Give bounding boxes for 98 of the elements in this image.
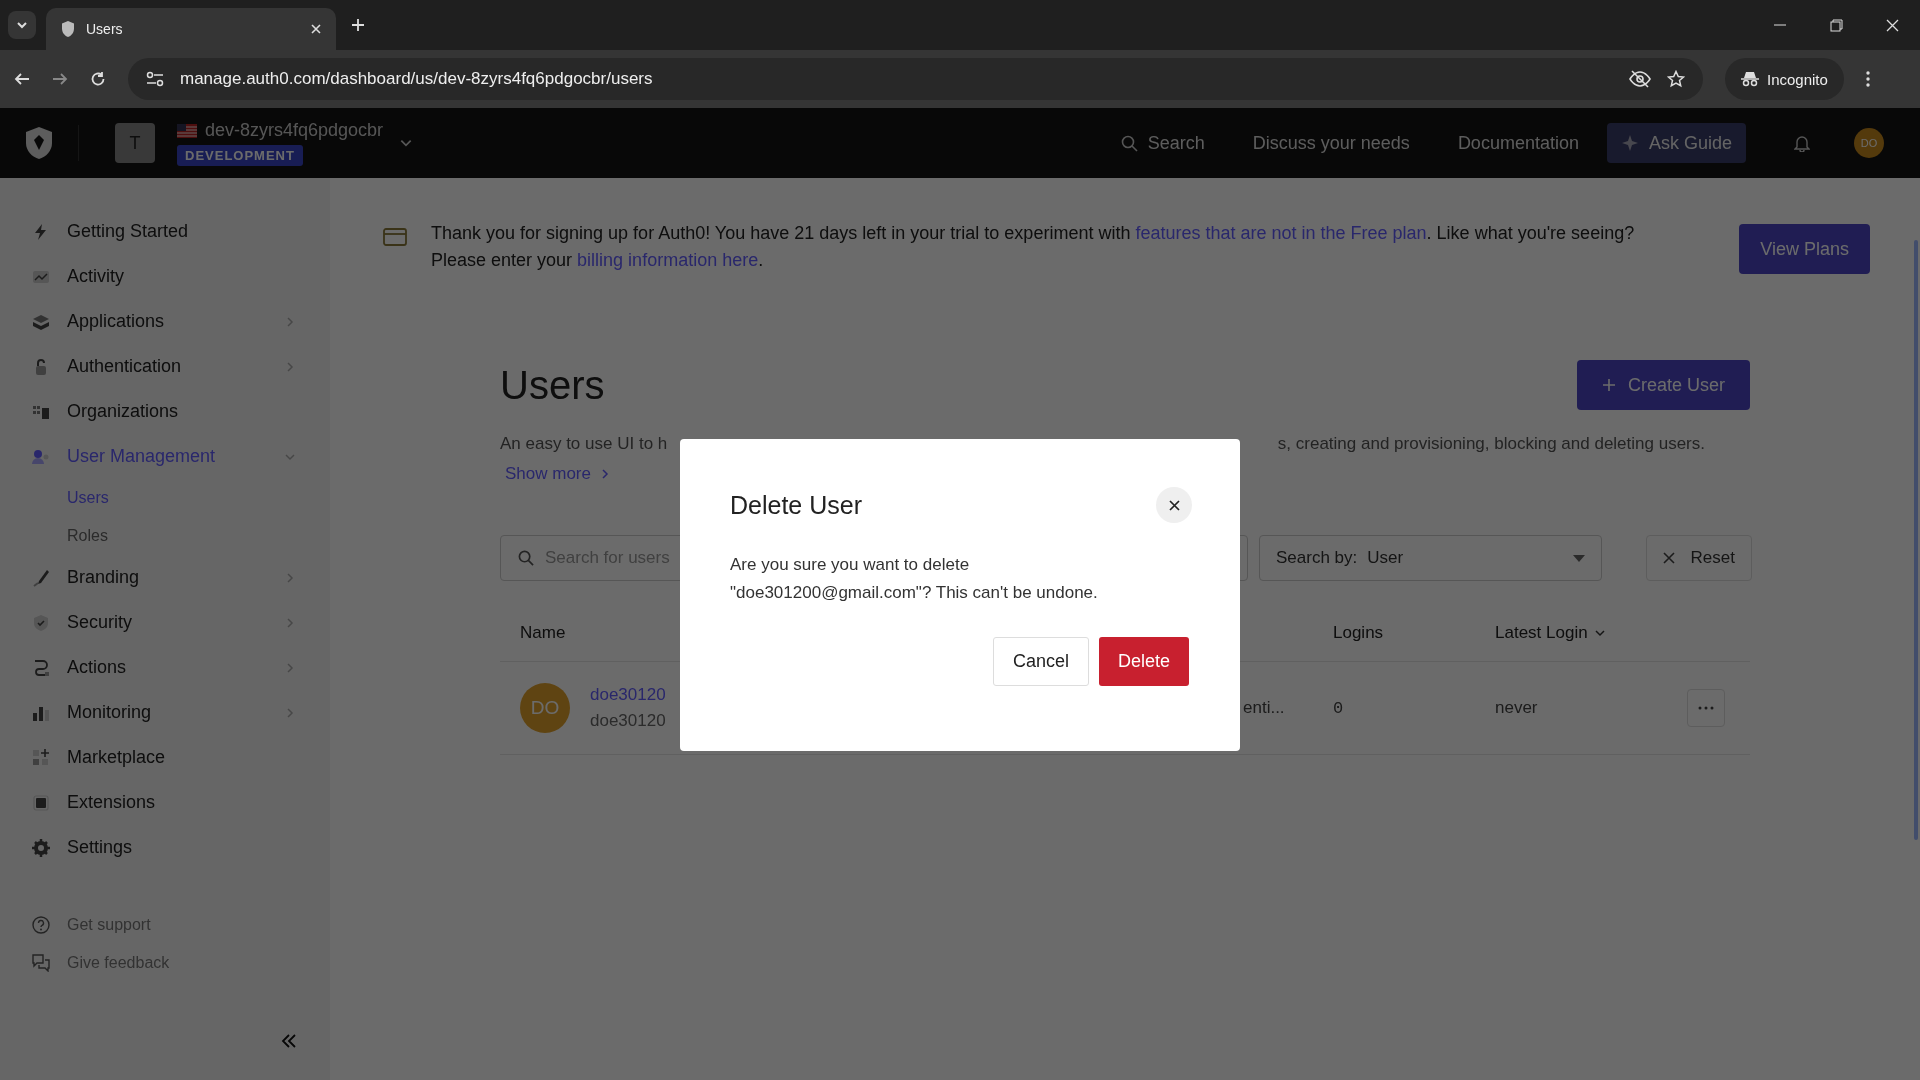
- chevron-right-icon: [284, 315, 296, 328]
- close-icon: [1662, 552, 1675, 564]
- url-text: manage.auth0.com/dashboard/us/dev-8zyrs4fq6pdgocbr/users: [180, 69, 654, 89]
- column-header: Logins: [1333, 623, 1384, 643]
- layers-icon: [32, 312, 50, 331]
- shield-icon: [32, 613, 50, 632]
- table-cell-text: enti...: [1243, 698, 1286, 718]
- users-icon: [32, 447, 50, 466]
- sidebar-item[interactable]: Monitoring: [0, 690, 330, 735]
- sidebar-item[interactable]: Extensions: [0, 780, 330, 825]
- sidebar-item[interactable]: Organizations: [0, 389, 330, 434]
- table-cell-text: 0: [1333, 698, 1345, 718]
- nav-link[interactable]: Search: [1120, 132, 1205, 154]
- grid-plus-icon: [32, 748, 50, 767]
- back-icon[interactable]: [14, 71, 30, 87]
- close-icon: [1168, 499, 1180, 511]
- close-button[interactable]: [1156, 487, 1192, 523]
- incognito-button[interactable]: Incognito: [1725, 58, 1844, 100]
- column-header[interactable]: Latest Login: [1495, 623, 1606, 643]
- page-title: Users: [500, 362, 605, 408]
- plus-icon: [1601, 378, 1616, 392]
- chevron-right-icon: [284, 571, 296, 584]
- trial-banner-text: Thank you for signing up for Auth0! You have 21 days left in your trial to experiment with features that are not in the Free plan. Like what you're seeing? Please enter your billing information here.: [431, 222, 1636, 272]
- nav-link[interactable]: Discuss your needs: [1252, 132, 1410, 154]
- help-icon: [32, 916, 50, 934]
- restore-icon[interactable]: [1829, 18, 1843, 32]
- tenant-name[interactable]: dev-8zyrs4fq6pdgocbr: [205, 120, 384, 141]
- close-icon[interactable]: [310, 23, 322, 35]
- sidebar-item[interactable]: Branding: [0, 555, 330, 600]
- search-by-dropdown[interactable]: Search by: User: [1259, 535, 1602, 581]
- chevron-down-icon: [1593, 627, 1606, 639]
- banner-link[interactable]: features that are not in the Free plan: [1135, 223, 1427, 243]
- brush-icon: [32, 568, 50, 587]
- site-settings-icon[interactable]: [146, 71, 164, 87]
- sidebar-item[interactable]: Applications: [0, 299, 330, 344]
- search-icon: [1120, 134, 1138, 152]
- sidebar-subitem[interactable]: Roles: [0, 517, 330, 555]
- sidebar-subitem[interactable]: Users: [0, 479, 330, 517]
- chat-icon: [32, 954, 50, 972]
- sidebar-item[interactable]: Authentication: [0, 344, 330, 389]
- user-avatar[interactable]: DO: [1854, 128, 1884, 158]
- flow-icon: [32, 658, 50, 677]
- shield-icon: [60, 20, 76, 38]
- banner-link[interactable]: billing information here: [577, 250, 759, 270]
- close-icon[interactable]: [1885, 18, 1899, 32]
- page-description: s, creating and provisioning, blocking and deleting users.: [1277, 434, 1705, 454]
- user-avatar: DO: [520, 683, 570, 733]
- delete-button[interactable]: Delete: [1098, 637, 1189, 686]
- environment-badge: DEVELOPMENT: [177, 145, 303, 166]
- chevron-right-icon: [284, 616, 296, 629]
- search-icon: [518, 550, 534, 566]
- view-plans-button[interactable]: View Plans: [1739, 224, 1870, 274]
- tab-title: Users: [86, 21, 124, 37]
- flag-icon: [177, 123, 197, 138]
- user-email: doe30120: [590, 711, 666, 731]
- shield-logo-icon[interactable]: [24, 126, 54, 160]
- sidebar-item[interactable]: Settings: [0, 825, 330, 870]
- tab-list-button[interactable]: [8, 11, 36, 39]
- ellipsis-icon: [1698, 706, 1714, 710]
- table-cell-text: never: [1495, 698, 1539, 718]
- menu-icon[interactable]: [1865, 71, 1870, 87]
- address-bar[interactable]: manage.auth0.com/dashboard/us/dev-8zyrs4fq6pdgocbr/users: [128, 58, 1703, 100]
- star-icon[interactable]: [1667, 70, 1685, 88]
- create-user-button[interactable]: Create User: [1576, 360, 1750, 410]
- collapse-icon[interactable]: [281, 1034, 297, 1048]
- chevron-right-icon: [284, 706, 296, 719]
- ask-guide-button[interactable]: Ask Guide: [1606, 123, 1746, 163]
- show-more-link[interactable]: Show more: [505, 464, 611, 484]
- chevron-right-icon: [599, 468, 611, 480]
- chevron-right-icon: [284, 661, 296, 674]
- sidebar-item[interactable]: Security: [0, 600, 330, 645]
- eye-slash-icon[interactable]: [1629, 70, 1651, 88]
- nav-link[interactable]: Documentation: [1457, 132, 1579, 154]
- reset-button[interactable]: Reset: [1645, 535, 1752, 581]
- sidebar-item[interactable]: Actions: [0, 645, 330, 690]
- user-name-link[interactable]: doe30120: [590, 685, 666, 705]
- scrollbar-thumb[interactable]: [1914, 240, 1918, 840]
- settings-icon: [32, 838, 50, 857]
- incognito-icon: [1741, 71, 1759, 87]
- dialog-message: Are you sure you want to delete "doe301200@gmail.com"? This can't be undone.: [730, 554, 1099, 604]
- dialog-title: Delete User: [730, 490, 862, 520]
- credit-card-icon: [383, 228, 407, 246]
- cancel-button[interactable]: Cancel: [992, 637, 1089, 686]
- browser-tab[interactable]: Users: [46, 8, 336, 50]
- sidebar-item[interactable]: Marketplace: [0, 735, 330, 780]
- sidebar-item[interactable]: Activity: [0, 254, 330, 299]
- chevron-down-icon: [16, 19, 28, 31]
- forward-icon[interactable]: [52, 71, 68, 87]
- sidebar-item[interactable]: User Management: [0, 434, 330, 479]
- sidebar-item[interactable]: Getting Started: [0, 209, 330, 254]
- caret-icon: [1573, 554, 1585, 562]
- chevron-right-icon: [284, 360, 296, 373]
- new-tab-icon[interactable]: [350, 17, 366, 33]
- page-description: An easy to use UI to h: [500, 434, 668, 454]
- chip-icon: [32, 793, 50, 812]
- column-header: Name: [520, 623, 566, 643]
- bell-icon[interactable]: [1794, 134, 1810, 152]
- reload-icon[interactable]: [90, 71, 106, 87]
